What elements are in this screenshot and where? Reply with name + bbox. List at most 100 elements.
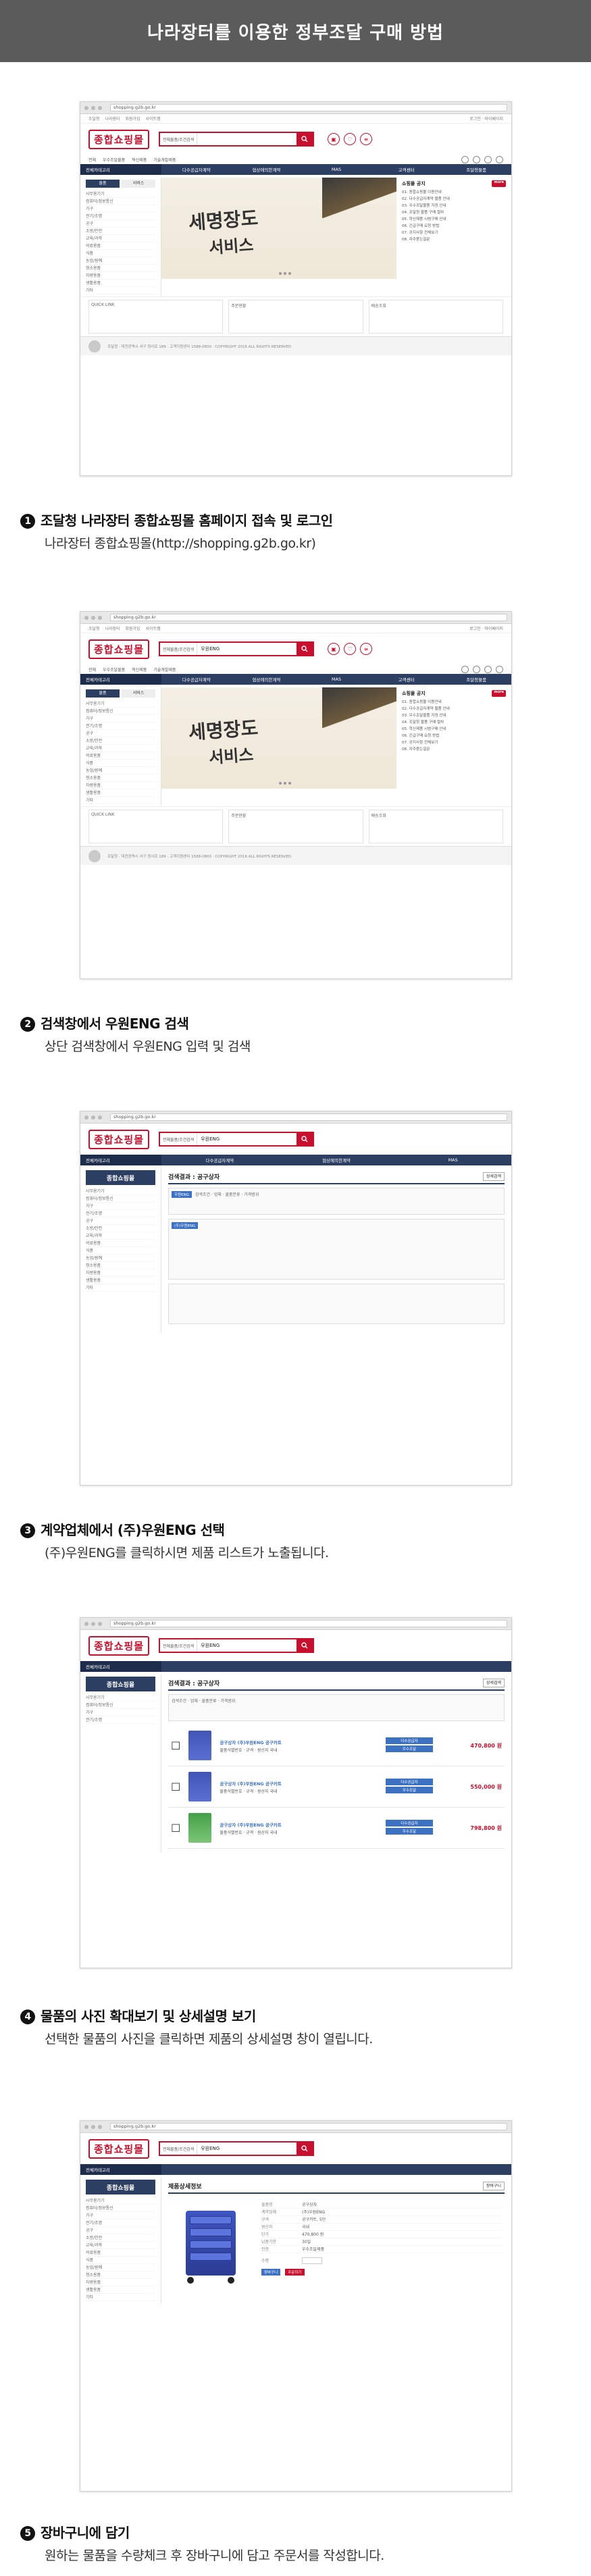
notice-item[interactable]: 07. 공지사항 전체보기 — [402, 230, 506, 236]
topbar-link[interactable]: 나라장터 — [105, 627, 120, 631]
address-bar[interactable]: shopping.g2b.go.kr — [110, 1113, 507, 1121]
window-dot-icon[interactable] — [91, 105, 95, 110]
side-row[interactable]: 청소용품 — [86, 1262, 155, 1269]
side-row[interactable]: 교육/과학 — [86, 235, 155, 242]
topbar-link[interactable]: 회원가입 — [126, 627, 140, 631]
supplier-badge[interactable]: (주)우원ENG — [172, 1222, 199, 1229]
topbar-link[interactable]: 나라장터 — [105, 117, 120, 122]
side-row[interactable]: 식품 — [86, 250, 155, 257]
nav-item[interactable]: MAS — [301, 167, 371, 172]
side-tab-service[interactable]: 서비스 — [122, 689, 155, 698]
side-row[interactable]: 컴퓨터/정보통신 — [86, 2205, 155, 2212]
quick-filter[interactable]: 기술개발제품 — [153, 157, 176, 163]
window-dot-icon[interactable] — [91, 615, 95, 620]
side-row[interactable]: 컴퓨터/정보통신 — [86, 1702, 155, 1709]
window-dot-icon[interactable] — [98, 1115, 102, 1120]
side-row[interactable]: 가구 — [86, 1203, 155, 1210]
notice-item[interactable]: 05. 혁신제품 시범구매 안내 — [402, 216, 506, 223]
side-row[interactable]: 컴퓨터/정보통신 — [86, 198, 155, 205]
window-dot-icon[interactable] — [84, 1621, 88, 1626]
search-button[interactable] — [297, 1639, 313, 1652]
filter-panel[interactable]: 우원ENG 검색조건 · 업체 · 물품분류 · 가격범위 — [168, 1188, 505, 1215]
side-row[interactable]: 컴퓨터/정보통신 — [86, 708, 155, 715]
side-row[interactable]: 농업/원예 — [86, 2264, 155, 2271]
side-row[interactable]: 차량용품 — [86, 1269, 155, 1277]
notice-item[interactable]: 06. 긴급구매 요청 방법 — [402, 733, 506, 739]
address-bar[interactable]: shopping.g2b.go.kr — [110, 104, 507, 111]
window-dot-icon[interactable] — [84, 2124, 88, 2129]
notice-item[interactable]: 04. 조달청 물품 구매 절차 — [402, 209, 506, 216]
nav-item[interactable]: 다수공급자계약 — [161, 1157, 278, 1163]
product-thumbnail[interactable] — [188, 1772, 212, 1802]
site-logo[interactable]: 종합쇼핑몰 — [88, 1129, 150, 1149]
side-row[interactable]: 공구 — [86, 1217, 155, 1225]
supplier-filter[interactable]: (주)우원ENG — [168, 1219, 505, 1280]
side-row[interactable]: 교육/과학 — [86, 1232, 155, 1240]
side-row[interactable]: 농업/원예 — [86, 1255, 155, 1262]
address-bar[interactable]: shopping.g2b.go.kr — [110, 614, 507, 621]
notice-item[interactable]: 02. 다수공급자계약 물품 안내 — [402, 706, 506, 712]
order-status-box[interactable]: 주문현황 — [228, 810, 363, 843]
product-name[interactable]: 공구상자 (주)우원ENG 공구카트 — [220, 1821, 378, 1828]
notice-item[interactable]: 03. 우수조달물품 지정 안내 — [402, 712, 506, 719]
side-row[interactable]: 가구 — [86, 1709, 155, 1716]
side-row[interactable]: 가구 — [86, 205, 155, 213]
nav-item[interactable]: 협상에의한계약 — [278, 1157, 395, 1163]
product-row[interactable]: ☐ 공구상자 (주)우원ENG 공구카트 물품식별번호 · 규격 · 원산지 국… — [168, 1725, 505, 1766]
side-row[interactable]: 식품 — [86, 760, 155, 767]
topbar-link[interactable]: 회원가입 — [126, 117, 140, 122]
login-link[interactable]: 로그인 · 마이페이지 — [469, 115, 503, 122]
side-row[interactable]: 가구 — [86, 2212, 155, 2219]
search-input[interactable]: 우원ENG — [197, 1136, 297, 1142]
cart-icon[interactable]: ▣ — [328, 643, 340, 655]
side-row[interactable]: 생활용품 — [86, 280, 155, 287]
notice-item[interactable]: 04. 조달청 물품 구매 절차 — [402, 719, 506, 726]
side-row[interactable]: 사무용기기 — [86, 700, 155, 708]
side-row[interactable]: 의료용품 — [86, 752, 155, 760]
notice-item[interactable]: 01. 종합쇼핑몰 이용안내 — [402, 189, 506, 196]
side-row[interactable]: 식품 — [86, 1247, 155, 1255]
side-row[interactable]: 교육/과학 — [86, 2242, 155, 2249]
side-row[interactable]: 가구 — [86, 715, 155, 722]
cart-button[interactable]: 장바구니 — [482, 2182, 505, 2190]
side-row[interactable]: 청소용품 — [86, 2271, 155, 2279]
product-row[interactable]: ☐ 공구상자 (주)우원ENG 공구카트 물품식별번호 · 규격 · 원산지 국… — [168, 1766, 505, 1808]
badge-icon[interactable] — [496, 665, 503, 673]
side-tab-goods[interactable]: 물품 — [86, 180, 120, 188]
topbar-link[interactable]: 조달청 — [88, 117, 100, 122]
side-row[interactable]: 소방/안전 — [86, 2234, 155, 2242]
side-row[interactable]: 청소용품 — [86, 265, 155, 272]
badge-icon[interactable] — [473, 665, 480, 673]
notice-item[interactable]: 08. 자주묻는질문 — [402, 236, 506, 243]
nav-item[interactable]: MAS — [394, 1157, 511, 1163]
side-row[interactable]: 공구 — [86, 2227, 155, 2234]
search-input[interactable]: 우원ENG — [197, 1642, 297, 1649]
side-row[interactable]: 생활용품 — [86, 789, 155, 797]
side-row[interactable]: 교육/과학 — [86, 745, 155, 752]
search-category-select[interactable]: 전체물품/조건검색 — [160, 2143, 198, 2155]
search-category-select[interactable]: 전체물품/조건검색 — [160, 643, 198, 655]
product-name[interactable]: 공구상자 (주)우원ENG 공구카트 — [220, 1780, 378, 1787]
hero-banner[interactable]: 세명장도 서비스 — [161, 687, 396, 789]
quick-filter[interactable]: 우수조달물품 — [103, 157, 125, 163]
quick-filter[interactable]: 혁신제품 — [132, 157, 147, 163]
side-row[interactable]: 의료용품 — [86, 1240, 155, 1247]
row-checkbox[interactable]: ☐ — [171, 1822, 180, 1835]
notice-item[interactable]: 08. 자주묻는질문 — [402, 746, 506, 753]
nav-item[interactable]: 조달청물품 — [441, 166, 511, 173]
search-button[interactable] — [297, 1133, 313, 1145]
side-tab-goods[interactable]: 물품 — [86, 689, 120, 698]
order-icon[interactable]: ≡ — [360, 643, 373, 655]
product-thumbnail[interactable] — [188, 1813, 212, 1843]
side-row[interactable]: 사무용기기 — [86, 1694, 155, 1702]
carousel-dots[interactable] — [279, 782, 291, 785]
nav-item[interactable]: 협상에의한계약 — [232, 676, 302, 683]
quick-link-box[interactable]: QUICK LINK — [88, 810, 224, 843]
search-category-select[interactable]: 전체물품/조건검색 — [160, 133, 198, 145]
side-row[interactable]: 차량용품 — [86, 2279, 155, 2286]
side-row[interactable]: 기타 — [86, 1284, 155, 1292]
nav-item[interactable]: 고객센터 — [371, 166, 442, 173]
badge-icon[interactable] — [484, 155, 492, 163]
quick-filter[interactable]: 전체 — [88, 157, 96, 163]
badge-icon[interactable] — [461, 665, 469, 673]
